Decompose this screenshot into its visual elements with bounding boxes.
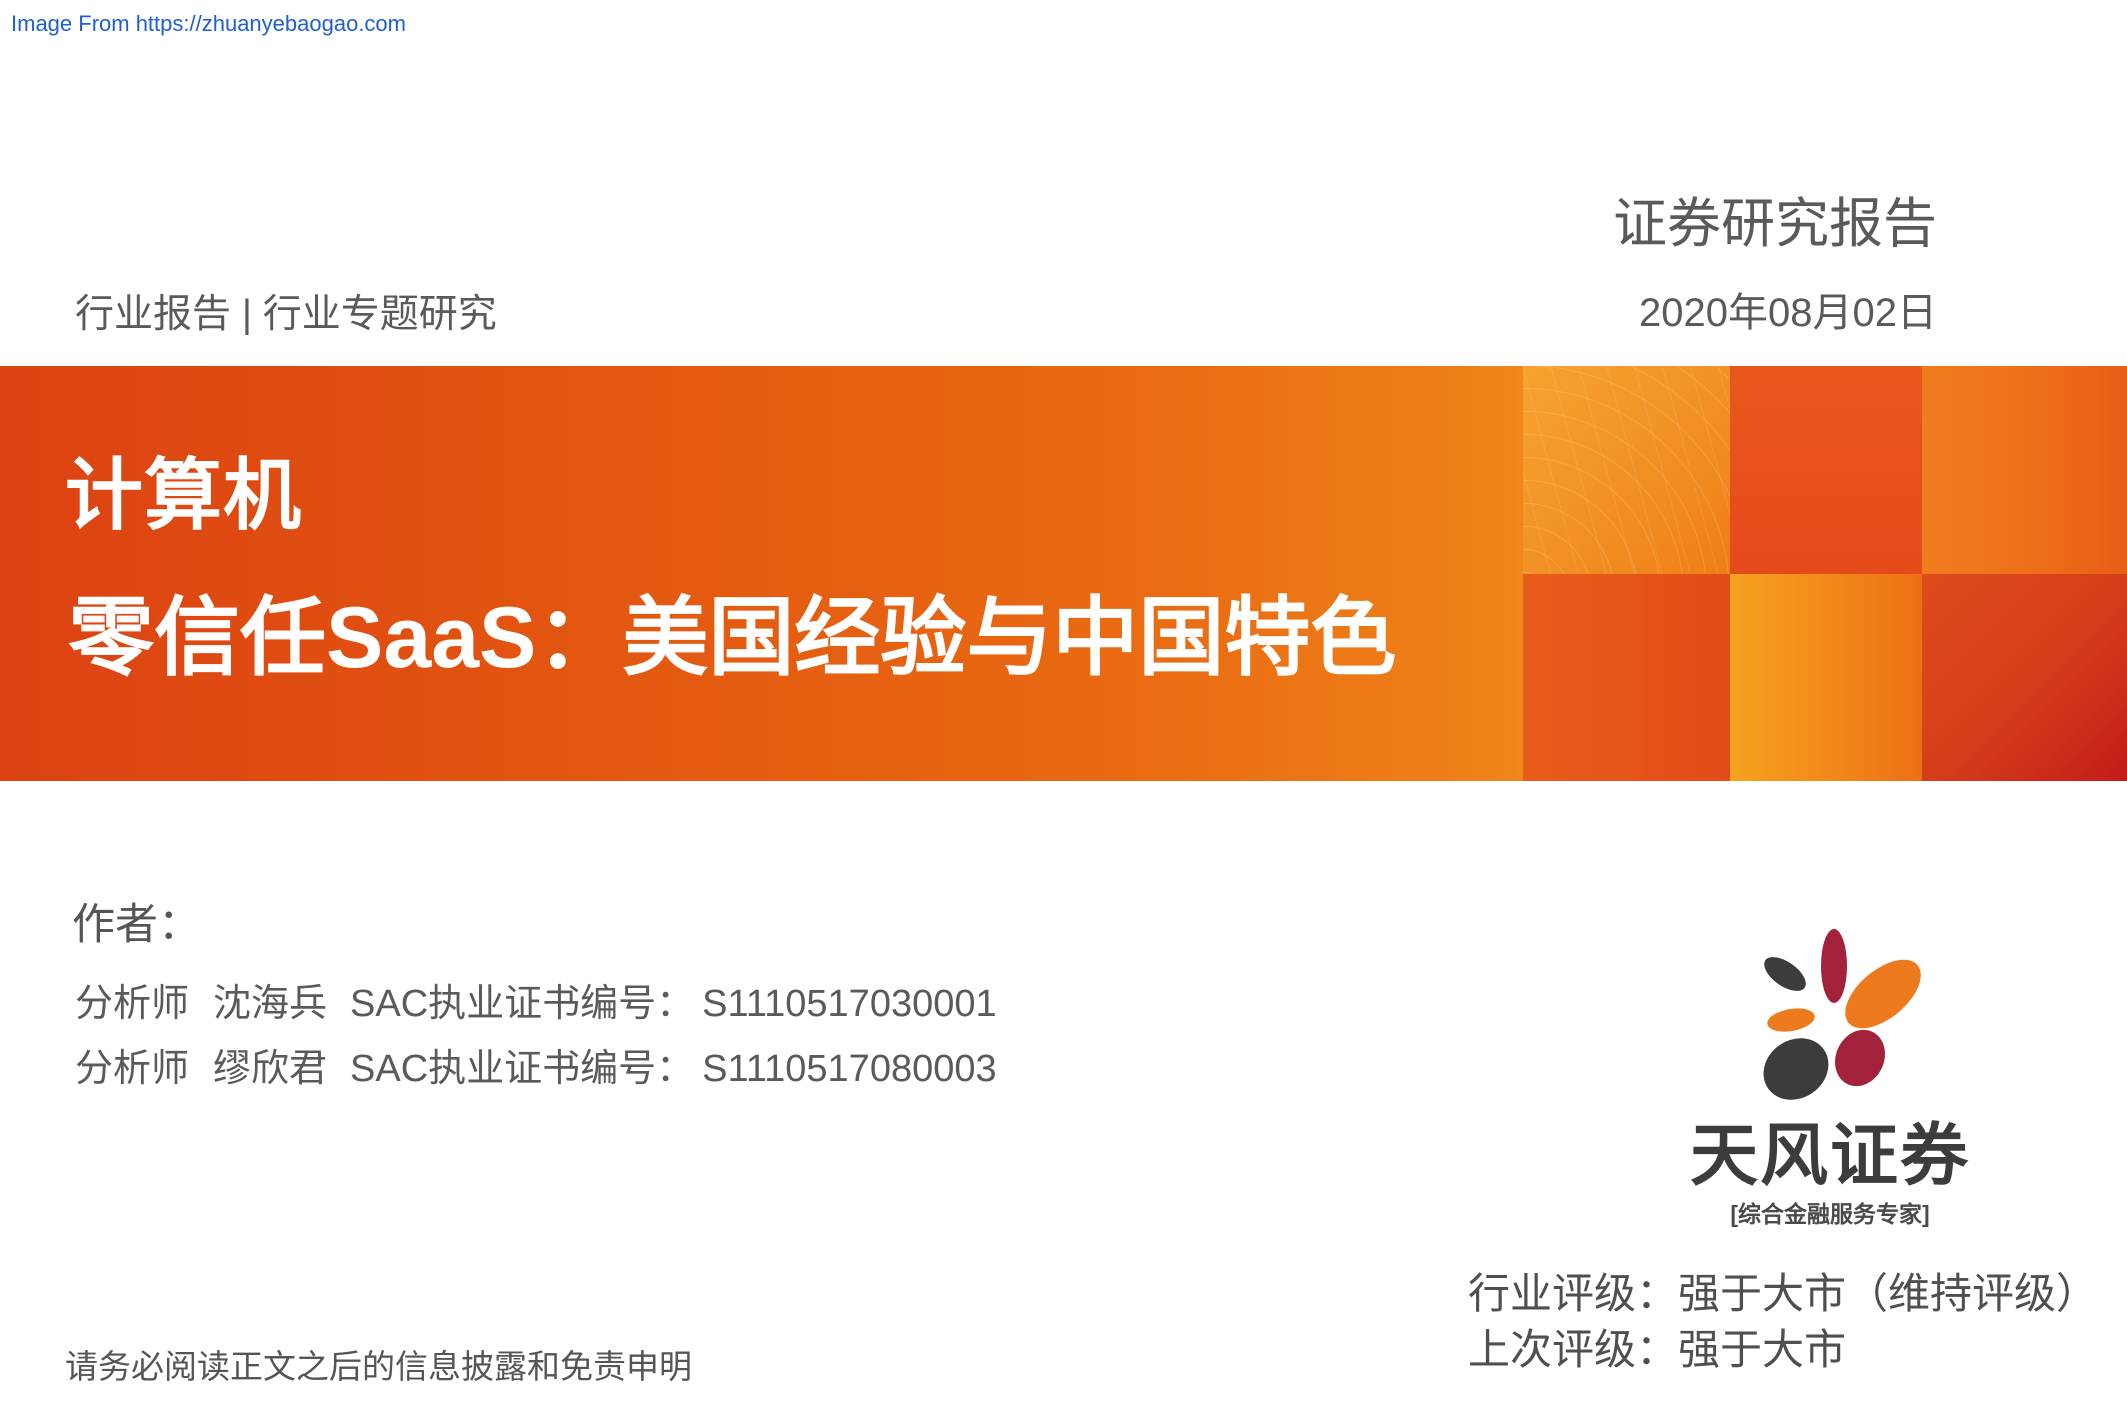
banner-tile: [1730, 366, 1922, 574]
banner-tile: [1922, 574, 2127, 781]
author-cert-label: SAC执业证书编号：: [350, 1048, 695, 1090]
industry-label: 计算机: [65, 451, 303, 539]
author-role: 分析师: [75, 1048, 190, 1090]
logo-wordmark: 天风证券: [1689, 1118, 1970, 1194]
logo-petal-left: [1767, 1008, 1815, 1032]
logo-slogan: [综合金融服务专家]: [1730, 1201, 1930, 1227]
banner-tile: [1523, 366, 1730, 574]
logo-petal-right: [1845, 959, 1921, 1029]
author-row: 分析师 沈海兵 SAC执业证书编号： S1110517030001: [75, 981, 997, 1027]
logo-petal-upper-left: [1764, 957, 1806, 991]
watermark-link[interactable]: Image From https://zhuanyebaogao.com: [11, 10, 406, 38]
authors-label: 作者：: [72, 901, 201, 949]
disclaimer: 请务必阅读正文之后的信息披露和免责申明: [65, 1348, 692, 1385]
author-cert-number: S1110517080003: [702, 1048, 997, 1090]
author-role: 分析师: [75, 983, 190, 1025]
author-name: 缪欣君: [213, 1048, 328, 1090]
title-banner: 计算机 零信任SaaS：美国经验与中国特色: [0, 366, 2127, 781]
report-date: 2020年08月02日: [1639, 291, 1937, 335]
logo-petal-lower-right: [1835, 1029, 1885, 1087]
report-title: 零信任SaaS：美国经验与中国特色: [68, 590, 1397, 686]
report-type: 证券研究报告: [1613, 194, 1937, 254]
banner-tile: [1730, 574, 1922, 781]
author-cert-number: S1110517030001: [702, 983, 997, 1025]
previous-rating: 上次评级：强于大市: [1468, 1326, 1847, 1373]
logo-flower-icon: [1763, 929, 1921, 1100]
author-cert-label: SAC执业证书编号：: [350, 983, 695, 1025]
banner-tile: [1523, 574, 1730, 781]
industry-rating: 行业评级：强于大市（维持评级）: [1468, 1270, 2099, 1317]
logo-petal-lower-left: [1763, 1038, 1829, 1100]
author-row: 分析师 缪欣君 SAC执业证书编号： S1110517080003: [75, 1046, 997, 1092]
logo-petal-top: [1821, 929, 1847, 1003]
author-name: 沈海兵: [213, 983, 328, 1025]
report-category: 行业报告 | 行业专题研究: [75, 293, 497, 336]
banner-tile: [1922, 366, 2127, 574]
